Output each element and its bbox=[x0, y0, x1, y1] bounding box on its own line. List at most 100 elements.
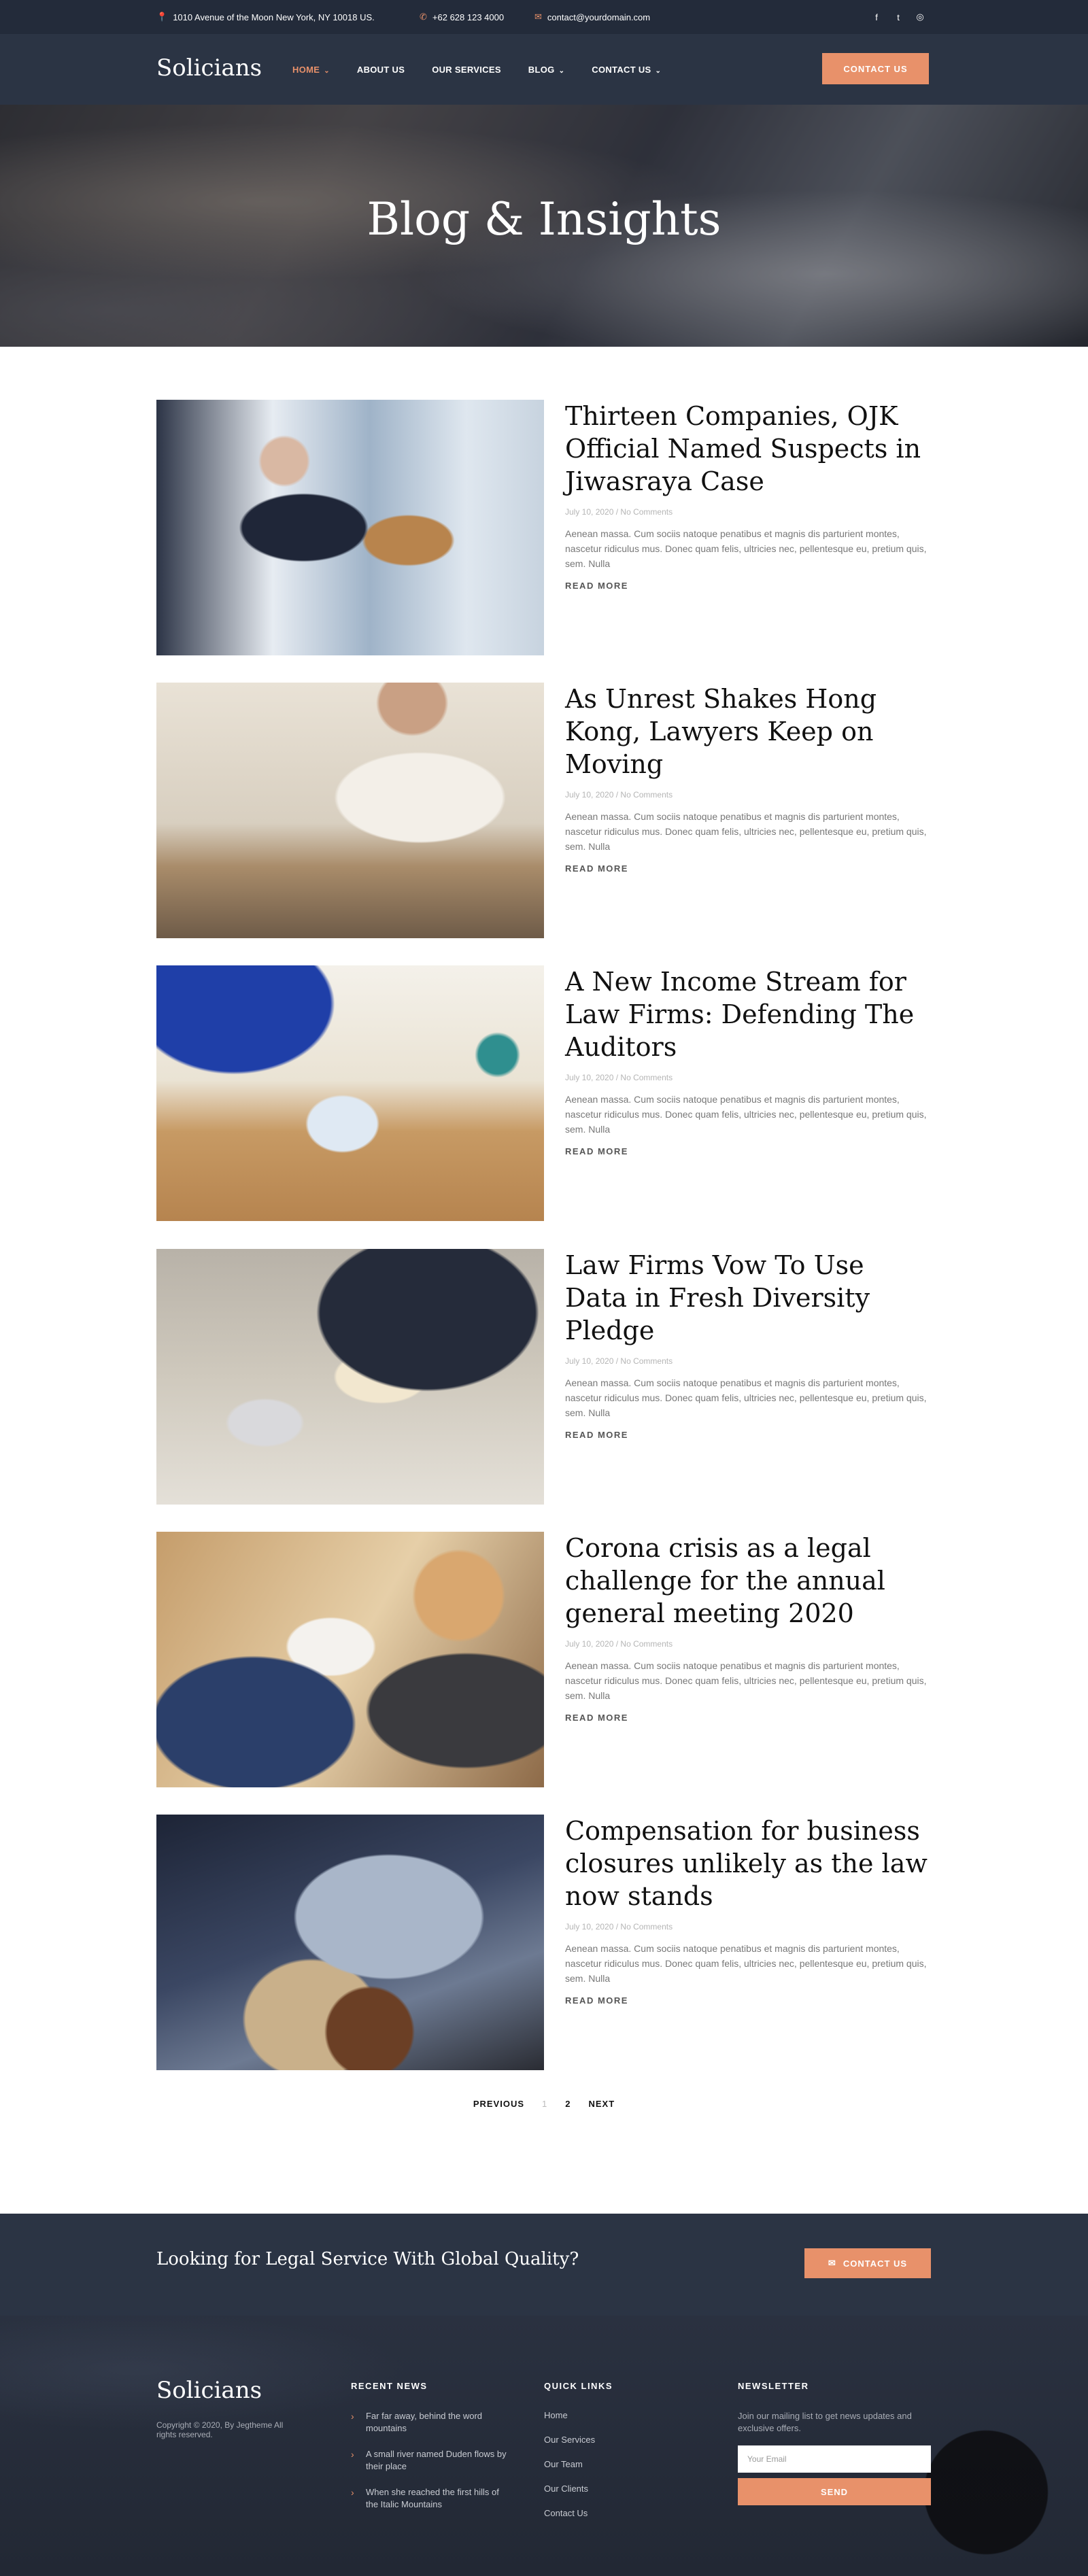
post-meta: July 10, 2020 / No Comments bbox=[565, 1639, 673, 1649]
post-date: July 10, 2020 bbox=[565, 1073, 614, 1082]
facebook-icon[interactable]: f bbox=[866, 12, 887, 22]
cta-contact-button[interactable]: ✉ CONTACT US bbox=[804, 2248, 931, 2278]
read-more-link[interactable]: READ MORE bbox=[565, 1430, 628, 1440]
mail-icon: ✉ bbox=[534, 12, 542, 22]
social-links: f t ◎ bbox=[866, 0, 931, 34]
post-image[interactable] bbox=[156, 400, 544, 655]
footer-link-our-team[interactable]: Our Team bbox=[544, 2459, 613, 2469]
news-item[interactable]: › When she reached the first hills of the… bbox=[351, 2486, 507, 2511]
post-comments[interactable]: No Comments bbox=[620, 1073, 673, 1082]
nav-item-home[interactable]: HOME ⌄ bbox=[292, 65, 330, 75]
post-comments[interactable]: No Comments bbox=[620, 1639, 673, 1649]
post-title[interactable]: Law Firms Vow To Use Data in Fresh Diver… bbox=[565, 1249, 932, 1347]
chevron-right-icon: › bbox=[351, 2449, 354, 2460]
recent-news-column: RECENT NEWS › Far far away, behind the wo… bbox=[351, 2381, 507, 2524]
read-more-link[interactable]: READ MORE bbox=[565, 1146, 628, 1156]
post-title[interactable]: A New Income Stream for Law Firms: Defen… bbox=[565, 965, 932, 1063]
footer-link-our-clients[interactable]: Our Clients bbox=[544, 2484, 613, 2494]
post-title[interactable]: Thirteen Companies, OJK Official Named S… bbox=[565, 400, 932, 498]
post-title[interactable]: Corona crisis as a legal challenge for t… bbox=[565, 1532, 932, 1630]
nav-item-blog[interactable]: BLOG ⌄ bbox=[528, 65, 564, 75]
post-excerpt: Aenean massa. Cum sociis natoque penatib… bbox=[565, 1943, 927, 1984]
cta-text: Looking for Legal Service With Global Qu… bbox=[156, 2249, 579, 2269]
post-excerpt: Aenean massa. Cum sociis natoque penatib… bbox=[565, 528, 927, 569]
post-image[interactable] bbox=[156, 683, 544, 938]
footer-link-contact-us[interactable]: Contact Us bbox=[544, 2508, 613, 2518]
chevron-right-icon: › bbox=[351, 2411, 354, 2422]
previous-page-link[interactable]: PREVIOUS bbox=[473, 2099, 524, 2109]
footer-link-our-services[interactable]: Our Services bbox=[544, 2435, 613, 2445]
post-meta: July 10, 2020 / No Comments bbox=[565, 1073, 673, 1082]
page-title: Blog & Insights bbox=[367, 193, 721, 245]
post-meta: July 10, 2020 / No Comments bbox=[565, 1356, 673, 1366]
blog-post: Compensation for business closures unlik… bbox=[156, 1815, 932, 2070]
read-more-link[interactable]: READ MORE bbox=[565, 1995, 628, 2006]
nav-item-contact-us[interactable]: CONTACT US ⌄ bbox=[592, 65, 661, 75]
footer-link-home[interactable]: Home bbox=[544, 2410, 613, 2420]
quick-links-column: QUICK LINKS Home Our Services Our Team O… bbox=[544, 2381, 613, 2532]
chevron-down-icon: ⌄ bbox=[324, 67, 330, 75]
site-logo[interactable]: Solicians bbox=[156, 54, 262, 82]
post-excerpt: Aenean massa. Cum sociis natoque penatib… bbox=[565, 1094, 927, 1135]
twitter-icon[interactable]: t bbox=[887, 12, 909, 22]
chevron-down-icon: ⌄ bbox=[655, 67, 662, 75]
instagram-icon[interactable]: ◎ bbox=[909, 12, 931, 22]
site-footer: Solicians Copyright © 2020, By Jegtheme … bbox=[0, 2316, 1088, 2576]
nav-item-our-services[interactable]: OUR SERVICES bbox=[432, 65, 501, 75]
read-more-link[interactable]: READ MORE bbox=[565, 1713, 628, 1723]
nav-item-about-us[interactable]: ABOUT US bbox=[357, 65, 405, 75]
post-excerpt: Aenean massa. Cum sociis natoque penatib… bbox=[565, 1377, 927, 1418]
post-comments[interactable]: No Comments bbox=[620, 507, 673, 517]
blog-post: As Unrest Shakes Hong Kong, Lawyers Keep… bbox=[156, 683, 932, 938]
post-title[interactable]: Compensation for business closures unlik… bbox=[565, 1815, 932, 1912]
pagination: PREVIOUS 1 2 NEXT bbox=[0, 2099, 1088, 2109]
post-meta: July 10, 2020 / No Comments bbox=[565, 790, 673, 800]
top-bar: 📍 1010 Avenue of the Moon New York, NY 1… bbox=[0, 0, 1088, 34]
read-more-link[interactable]: READ MORE bbox=[565, 863, 628, 874]
post-image[interactable] bbox=[156, 965, 544, 1221]
newsletter-heading: NEWSLETTER bbox=[738, 2381, 809, 2391]
email-info: ✉ contact@yourdomain.com bbox=[534, 0, 650, 34]
post-image[interactable] bbox=[156, 1249, 544, 1505]
post-excerpt: Aenean massa. Cum sociis natoque penatib… bbox=[565, 1660, 927, 1701]
post-meta: July 10, 2020 / No Comments bbox=[565, 1922, 673, 1931]
nav-menu: HOME ⌄ ABOUT US OUR SERVICES BLOG ⌄ CONTAC… bbox=[292, 34, 688, 105]
post-excerpt: Aenean massa. Cum sociis natoque penatib… bbox=[565, 811, 927, 852]
next-page-link[interactable]: NEXT bbox=[588, 2099, 615, 2109]
email-input[interactable]: Your Email bbox=[738, 2445, 931, 2473]
post-comments[interactable]: No Comments bbox=[620, 790, 673, 800]
blog-post: Corona crisis as a legal challenge for t… bbox=[156, 1532, 932, 1787]
post-date: July 10, 2020 bbox=[565, 507, 614, 517]
contact-us-button[interactable]: CONTACT US bbox=[822, 53, 929, 84]
send-button[interactable]: SEND bbox=[738, 2478, 931, 2505]
blog-post: Law Firms Vow To Use Data in Fresh Diver… bbox=[156, 1249, 932, 1505]
post-date: July 10, 2020 bbox=[565, 1639, 614, 1649]
hero-banner: Blog & Insights bbox=[0, 105, 1088, 347]
address-info: 📍 1010 Avenue of the Moon New York, NY 1… bbox=[156, 0, 375, 34]
post-image[interactable] bbox=[156, 1532, 544, 1787]
page-link-1[interactable]: 1 bbox=[542, 2099, 547, 2109]
chevron-down-icon: ⌄ bbox=[558, 67, 565, 75]
footer-logo[interactable]: Solicians bbox=[156, 2377, 262, 2404]
location-pin-icon: 📍 bbox=[156, 12, 168, 22]
post-date: July 10, 2020 bbox=[565, 790, 614, 800]
news-item[interactable]: › Far far away, behind the word mountains bbox=[351, 2410, 507, 2435]
page-link-2[interactable]: 2 bbox=[565, 2099, 571, 2109]
blog-post: A New Income Stream for Law Firms: Defen… bbox=[156, 965, 932, 1221]
phone-text: +62 628 123 4000 bbox=[432, 12, 505, 22]
post-title[interactable]: As Unrest Shakes Hong Kong, Lawyers Keep… bbox=[565, 683, 932, 780]
post-date: July 10, 2020 bbox=[565, 1356, 614, 1366]
phone-info: ✆ +62 628 123 4000 bbox=[420, 0, 504, 34]
newsletter-column: NEWSLETTER Join our mailing list to get … bbox=[738, 2381, 931, 2505]
news-item[interactable]: › A small river named Duden flows by thei… bbox=[351, 2448, 507, 2473]
post-comments[interactable]: No Comments bbox=[620, 1922, 673, 1931]
post-image[interactable] bbox=[156, 1815, 544, 2070]
email-link[interactable]: contact@yourdomain.com bbox=[547, 12, 650, 22]
newsletter-text: Join our mailing list to get news update… bbox=[738, 2411, 912, 2433]
post-comments[interactable]: No Comments bbox=[620, 1356, 673, 1366]
recent-news-heading: RECENT NEWS bbox=[351, 2381, 428, 2391]
quick-links-heading: QUICK LINKS bbox=[544, 2381, 613, 2391]
address-text: 1010 Avenue of the Moon New York, NY 100… bbox=[173, 12, 375, 22]
chevron-right-icon: › bbox=[351, 2487, 354, 2498]
read-more-link[interactable]: READ MORE bbox=[565, 581, 628, 591]
